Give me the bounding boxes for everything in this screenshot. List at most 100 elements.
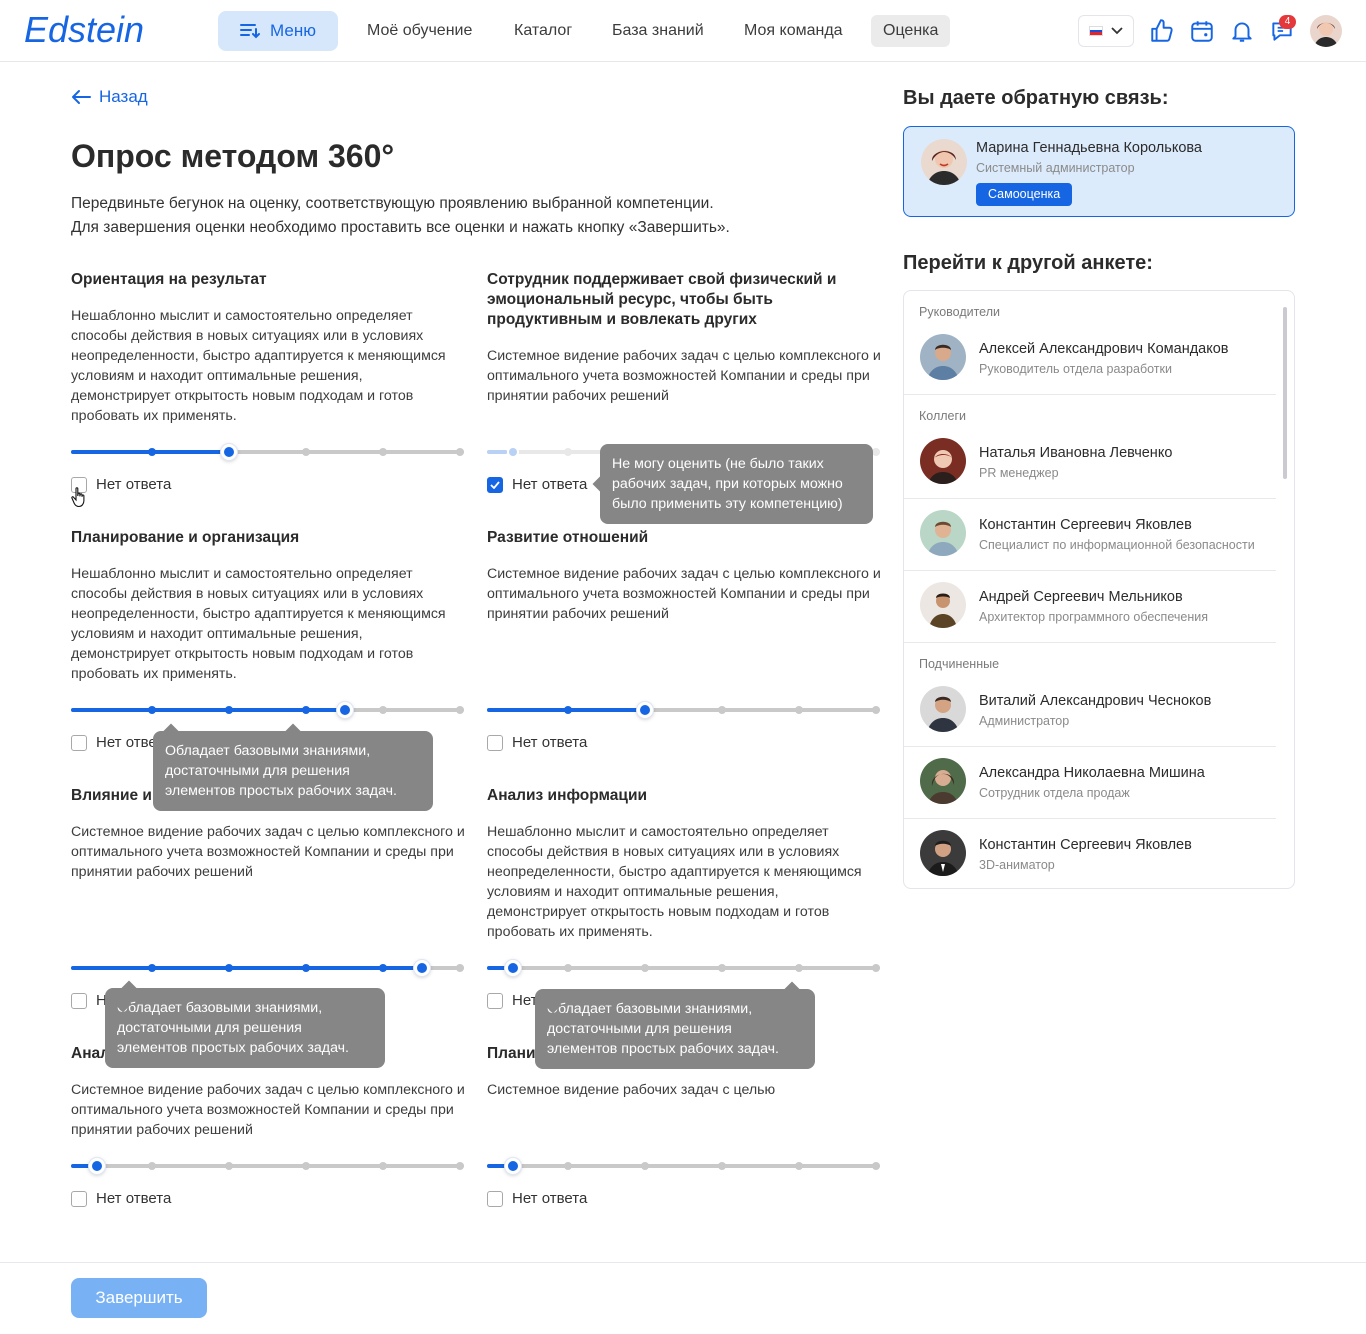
list-item[interactable]: Алексей Александрович Командаков Руковод… <box>904 322 1276 394</box>
no-answer-checkbox[interactable]: Нет ответа <box>71 1190 171 1207</box>
checkbox-box[interactable] <box>487 992 503 1009</box>
slider-step[interactable] <box>148 1162 156 1170</box>
slider-step[interactable] <box>795 1162 803 1170</box>
slider-step[interactable] <box>641 1162 649 1170</box>
slider-step[interactable] <box>225 1162 233 1170</box>
nav-my-team[interactable]: Моя команда <box>744 15 843 47</box>
slider-step[interactable] <box>225 706 233 714</box>
slider-step[interactable] <box>225 964 233 972</box>
slider-handle[interactable] <box>505 960 521 976</box>
slider-step[interactable] <box>564 448 572 456</box>
rating-slider[interactable] <box>71 442 464 462</box>
back-link[interactable]: Назад <box>71 87 148 107</box>
avatar <box>920 334 966 380</box>
no-answer-checkbox[interactable]: Нет ответа <box>487 1190 587 1207</box>
slider-track[interactable] <box>487 966 880 970</box>
slider-step[interactable] <box>302 964 310 972</box>
group-label: Подчиненные <box>919 657 1000 671</box>
checkbox-box[interactable] <box>71 992 87 1009</box>
calendar-icon[interactable] <box>1189 18 1215 44</box>
list-item[interactable]: Наталья Ивановна Левченко PR менеджер <box>904 426 1276 498</box>
slider-step[interactable] <box>564 706 572 714</box>
nav-knowledge-base[interactable]: База знаний <box>612 15 704 47</box>
person-role: PR менеджер <box>979 466 1059 480</box>
people-list[interactable]: Руководители Алексей Александрович Коман… <box>903 290 1295 889</box>
slider-step[interactable] <box>718 1162 726 1170</box>
checkbox-box[interactable] <box>487 734 503 751</box>
slider-step[interactable] <box>456 448 464 456</box>
slider-handle[interactable] <box>336 702 353 718</box>
tooltip-basic-level: Обладает базовыми знаниями, достаточными… <box>535 981 815 1069</box>
slider-step[interactable] <box>795 706 803 714</box>
slider-step[interactable] <box>456 1162 464 1170</box>
slider-step[interactable] <box>872 448 880 456</box>
menu-button[interactable]: Меню <box>218 11 338 51</box>
rating-slider[interactable] <box>487 958 880 978</box>
checkbox-box[interactable] <box>71 734 87 751</box>
language-select[interactable] <box>1078 15 1134 47</box>
rating-slider[interactable] <box>71 1156 464 1176</box>
self-assessment-button[interactable]: Самооценка <box>976 183 1073 206</box>
slider-step[interactable] <box>148 706 156 714</box>
slider-step[interactable] <box>379 1162 387 1170</box>
competency-title: Сотрудник поддерживает свой физический и… <box>487 271 837 328</box>
slider-step[interactable] <box>302 706 310 714</box>
slider-step[interactable] <box>564 1162 572 1170</box>
person-name: Константин Сергеевич Яковлев <box>979 837 1192 853</box>
list-item[interactable]: Виталий Александрович Чесноков Администр… <box>904 674 1276 746</box>
avatar <box>920 510 966 556</box>
list-item[interactable]: Андрей Сергеевич Мельников Архитектор пр… <box>904 570 1276 642</box>
avatar <box>920 758 966 804</box>
slider-step[interactable] <box>872 706 880 714</box>
slider-handle[interactable] <box>637 702 653 718</box>
slider-step[interactable] <box>456 964 464 972</box>
slider-step[interactable] <box>795 964 803 972</box>
no-answer-checkbox[interactable]: Нет ответа <box>487 734 587 751</box>
list-item[interactable]: Константин Сергеевич Яковлев 3D-аниматор <box>904 818 1276 888</box>
slider-step[interactable] <box>641 964 649 972</box>
list-item[interactable]: Константин Сергеевич Яковлев Специалист … <box>904 498 1276 570</box>
competency-description: Нешаблонно мыслит и самостоятельно опред… <box>71 308 446 424</box>
slider-track[interactable] <box>487 1164 880 1168</box>
competency-description: Нешаблонно мыслит и самостоятельно опред… <box>71 566 446 682</box>
edstein-logo[interactable]: Edstein <box>24 10 154 50</box>
checkbox-box[interactable] <box>487 476 503 493</box>
slider-step[interactable] <box>379 448 387 456</box>
slider-step[interactable] <box>872 964 880 972</box>
slider-step[interactable] <box>872 1162 880 1170</box>
nav-assessment[interactable]: Оценка <box>871 15 951 47</box>
nav-my-learning[interactable]: Моё обучение <box>367 15 472 47</box>
finish-button[interactable]: Завершить <box>71 1278 207 1318</box>
slider-step[interactable] <box>456 706 464 714</box>
slider-handle[interactable] <box>221 444 237 460</box>
nav-catalog[interactable]: Каталог <box>514 15 572 47</box>
slider-step[interactable] <box>718 706 726 714</box>
checkbox-box[interactable] <box>71 1190 87 1207</box>
slider-step[interactable] <box>564 964 572 972</box>
rating-slider[interactable] <box>487 1156 880 1176</box>
list-scrollbar[interactable] <box>1283 307 1287 479</box>
list-item[interactable]: Александра Николаевна Мишина Сотрудник о… <box>904 746 1276 818</box>
slider-handle[interactable] <box>413 960 430 976</box>
slider-step[interactable] <box>379 964 387 972</box>
slider-step[interactable] <box>718 964 726 972</box>
person-role: Администратор <box>979 714 1070 728</box>
slider-step[interactable] <box>148 964 156 972</box>
slider-track[interactable] <box>71 1164 464 1168</box>
no-answer-checkbox[interactable]: Нет ответа <box>487 476 587 493</box>
slider-step[interactable] <box>148 448 156 456</box>
user-avatar[interactable] <box>1310 15 1342 47</box>
slider-handle[interactable] <box>505 1158 521 1174</box>
thumbs-up-icon[interactable] <box>1149 18 1175 44</box>
rating-slider[interactable] <box>71 700 464 720</box>
person-name: Алексей Александрович Командаков <box>979 341 1229 357</box>
checkbox-box[interactable] <box>487 1190 503 1207</box>
slider-step[interactable] <box>379 706 387 714</box>
slider-step[interactable] <box>302 1162 310 1170</box>
slider-step[interactable] <box>302 448 310 456</box>
rating-slider[interactable] <box>71 958 464 978</box>
bell-icon[interactable] <box>1229 18 1255 44</box>
slider-handle[interactable] <box>507 446 519 458</box>
slider-handle[interactable] <box>89 1158 105 1174</box>
rating-slider[interactable] <box>487 700 880 720</box>
